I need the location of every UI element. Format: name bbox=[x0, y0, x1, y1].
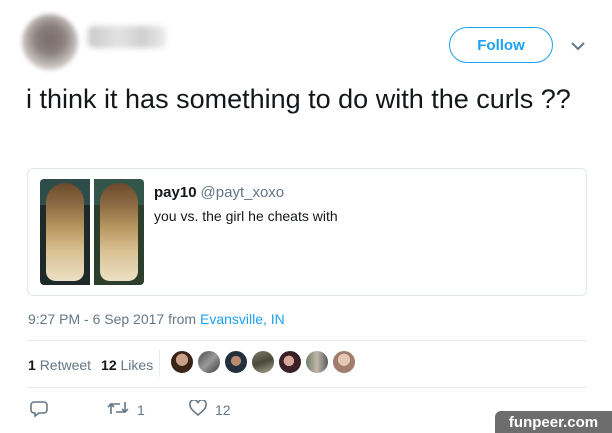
retweet-icon bbox=[107, 400, 129, 419]
hair-photo-1[interactable] bbox=[40, 179, 90, 285]
likes-label: Likes bbox=[120, 357, 154, 373]
like-count: 12 bbox=[215, 401, 231, 418]
retweet-button[interactable]: 1 bbox=[107, 400, 145, 419]
divider bbox=[159, 349, 160, 377]
heart-icon bbox=[189, 399, 207, 419]
time-date: 9:27 PM - 6 Sep 2017 from bbox=[28, 311, 200, 327]
tweet-stats: 1 Retweet 12 Likes bbox=[28, 357, 153, 373]
quote-media[interactable] bbox=[40, 179, 144, 285]
avatar[interactable] bbox=[22, 14, 78, 70]
watermark: funpeer.com bbox=[495, 411, 612, 433]
likes-count: 12 bbox=[101, 357, 117, 373]
quote-text: you vs. the girl he cheats with bbox=[154, 208, 338, 224]
reply-icon bbox=[30, 400, 48, 421]
hair-photo-2[interactable] bbox=[94, 179, 144, 285]
liker-avatar[interactable] bbox=[332, 350, 356, 374]
retweets-label: Retweet bbox=[39, 357, 92, 373]
chevron-down-icon[interactable] bbox=[568, 36, 588, 56]
liker-avatar[interactable] bbox=[278, 350, 302, 374]
divider bbox=[27, 387, 587, 388]
follow-button[interactable]: Follow bbox=[449, 27, 553, 63]
likers-avatars bbox=[170, 350, 356, 374]
liker-avatar[interactable] bbox=[197, 350, 221, 374]
author[interactable] bbox=[22, 10, 172, 72]
retweet-count: 1 bbox=[137, 401, 145, 418]
timestamp: 9:27 PM - 6 Sep 2017 from Evansville, IN bbox=[28, 311, 285, 327]
liker-avatar[interactable] bbox=[251, 350, 275, 374]
liker-avatar[interactable] bbox=[305, 350, 329, 374]
quote-user-handle[interactable]: @payt_xoxo bbox=[201, 184, 285, 201]
likes-stat[interactable]: 12 Likes bbox=[101, 357, 153, 373]
divider bbox=[27, 340, 587, 341]
quoted-tweet[interactable]: pay10 @payt_xoxo you vs. the girl he chea… bbox=[27, 168, 587, 296]
tweet-text: i think it has something to do with the … bbox=[26, 84, 571, 114]
tweet-actions: 1 12 bbox=[27, 399, 327, 422]
like-button[interactable]: 12 bbox=[189, 399, 231, 419]
liker-avatar[interactable] bbox=[224, 350, 248, 374]
author-name-blurred bbox=[88, 26, 166, 48]
location-link[interactable]: Evansville, IN bbox=[200, 311, 285, 327]
reply-button[interactable] bbox=[30, 400, 48, 421]
retweets-count: 1 bbox=[28, 357, 36, 373]
quote-user-name[interactable]: pay10 bbox=[154, 184, 197, 201]
quote-user[interactable]: pay10 @payt_xoxo bbox=[154, 184, 284, 201]
liker-avatar[interactable] bbox=[170, 350, 194, 374]
retweets-stat[interactable]: 1 Retweet bbox=[28, 357, 91, 373]
